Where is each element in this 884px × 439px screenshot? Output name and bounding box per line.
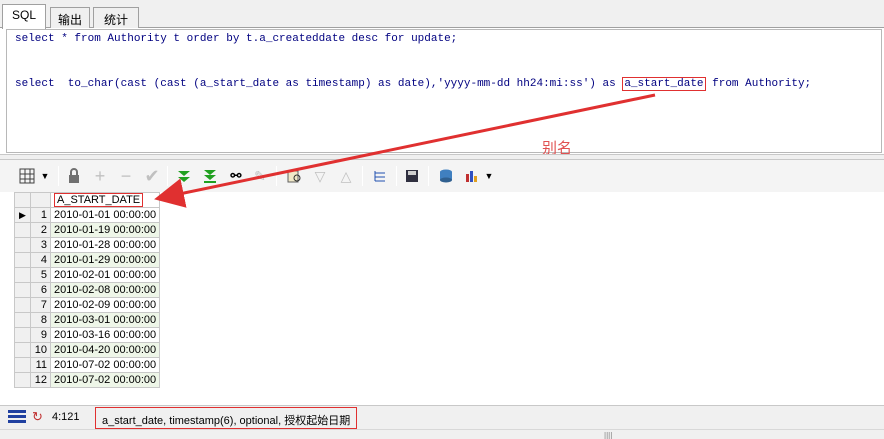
previous-icon[interactable]: ▽ xyxy=(310,166,330,186)
header-rownum xyxy=(30,192,51,208)
row-number: 10 xyxy=(30,342,51,358)
table-row[interactable]: 3 2010-01-28 00:00:00 xyxy=(14,237,161,253)
toolbar-separator xyxy=(276,166,277,186)
row-indicator xyxy=(14,357,31,373)
row-indicator xyxy=(14,372,31,388)
column-description: a_start_date, timestamp(6), optional, 授权… xyxy=(95,407,358,429)
add-record-icon[interactable]: + xyxy=(90,166,110,186)
next-icon[interactable]: △ xyxy=(336,166,356,186)
delete-record-icon[interactable]: − xyxy=(116,166,136,186)
toolbar-separator xyxy=(167,166,168,186)
chart-icon[interactable] xyxy=(462,166,482,186)
table-row[interactable]: 2 2010-01-19 00:00:00 xyxy=(14,222,161,238)
clear-icon[interactable]: ✎ xyxy=(250,166,270,186)
row-indicator xyxy=(14,312,31,328)
row-number: 2 xyxy=(30,222,51,238)
row-number: 8 xyxy=(30,312,51,328)
cell-a-start-date[interactable]: 2010-04-20 00:00:00 xyxy=(49,342,161,358)
table-row[interactable]: 8 2010-03-01 00:00:00 xyxy=(14,312,161,328)
refresh-icon[interactable]: ↻ xyxy=(32,409,43,425)
table-row[interactable]: 4 2010-01-29 00:00:00 xyxy=(14,252,161,268)
row-indicator xyxy=(14,297,31,313)
tab-statistics[interactable]: 统计表 xyxy=(93,7,139,44)
save-icon[interactable] xyxy=(402,166,422,186)
toolbar-separator xyxy=(428,166,429,186)
header-corner xyxy=(14,192,31,208)
table-row[interactable]: 5 2010-02-01 00:00:00 xyxy=(14,267,161,283)
bottom-strip: |||| xyxy=(0,429,884,439)
chevron-down-icon[interactable]: ▼ xyxy=(482,166,496,186)
column-header-a-start-date[interactable]: A_START_DATE xyxy=(49,192,161,208)
table-row[interactable]: 6 2010-02-08 00:00:00 xyxy=(14,282,161,298)
toolbar-separator xyxy=(362,166,363,186)
row-number: 11 xyxy=(30,357,51,373)
row-number: 5 xyxy=(30,267,51,283)
row-indicator xyxy=(14,267,31,283)
row-indicator xyxy=(14,342,31,358)
toolbar-separator xyxy=(396,166,397,186)
table-row[interactable]: 10 2010-04-20 00:00:00 xyxy=(14,342,161,358)
tab-sql[interactable]: SQL xyxy=(2,4,46,29)
cell-a-start-date[interactable]: 2010-02-08 00:00:00 xyxy=(49,282,161,298)
row-number: 6 xyxy=(30,282,51,298)
cursor-position: 4:121 xyxy=(52,411,80,423)
row-indicator xyxy=(14,327,31,343)
query-by-example-icon[interactable] xyxy=(284,166,304,186)
cell-a-start-date[interactable]: 2010-01-19 00:00:00 xyxy=(49,222,161,238)
row-number: 4 xyxy=(30,252,51,268)
table-row[interactable]: ▶ 1 2010-01-01 00:00:00 xyxy=(14,207,161,223)
resize-grip-icon[interactable]: |||| xyxy=(604,431,612,439)
table-row[interactable]: 9 2010-03-16 00:00:00 xyxy=(14,327,161,343)
row-indicator xyxy=(14,222,31,238)
cell-a-start-date[interactable]: 2010-02-01 00:00:00 xyxy=(49,267,161,283)
toolbar-separator xyxy=(58,166,59,186)
tab-bar: SQL 输出 统计表 xyxy=(0,0,884,44)
sql-line-2-end: from Authority; xyxy=(705,78,812,90)
post-record-icon[interactable]: ✔ xyxy=(142,166,162,186)
row-number: 7 xyxy=(30,297,51,313)
cell-a-start-date[interactable]: 2010-01-01 00:00:00 xyxy=(49,207,161,223)
status-bar: ↻ 4:121 a_start_date, timestamp(6), opti… xyxy=(0,405,884,429)
cell-a-start-date[interactable]: 2010-07-02 00:00:00 xyxy=(49,357,161,373)
row-number: 9 xyxy=(30,327,51,343)
sql-editor[interactable]: select * from Authority t order by t.a_c… xyxy=(6,29,882,153)
cell-a-start-date[interactable]: 2010-01-28 00:00:00 xyxy=(49,237,161,253)
table-row[interactable]: 11 2010-07-02 00:00:00 xyxy=(14,357,161,373)
alias-highlight: a_start_date xyxy=(622,77,706,91)
cell-a-start-date[interactable]: 2010-03-01 00:00:00 xyxy=(49,312,161,328)
export-tree-icon[interactable] xyxy=(370,166,390,186)
row-indicator xyxy=(14,237,31,253)
cell-a-start-date[interactable]: 2010-02-09 00:00:00 xyxy=(49,297,161,313)
sql-line-2: select to_char(cast (cast (a_start_date … xyxy=(15,77,812,91)
row-indicator xyxy=(14,252,31,268)
sql-line-2-start: select to_char(cast (cast (a_start_date … xyxy=(15,78,623,90)
table-row[interactable]: 7 2010-02-09 00:00:00 xyxy=(14,297,161,313)
result-toolbar: ▼ + − ✔ ⚯ ✎ ▽ △ ▼ xyxy=(0,160,884,192)
result-grid: A_START_DATE ▶ 1 2010-01-01 00:00:00 2 2010-… xyxy=(14,192,161,388)
cell-a-start-date[interactable]: 2010-07-02 00:00:00 xyxy=(49,372,161,388)
result-table: A_START_DATE ▶ 1 2010-01-01 00:00:00 2 2010-… xyxy=(14,192,161,388)
row-number: 3 xyxy=(30,237,51,253)
database-icon[interactable] xyxy=(436,166,456,186)
row-number: 1 xyxy=(30,207,51,223)
editor-mode-icon xyxy=(8,410,28,427)
binoculars-icon[interactable]: ⚯ xyxy=(226,166,246,186)
row-indicator xyxy=(14,282,31,298)
sql-line-1: select * from Authority t order by t.a_c… xyxy=(15,33,458,45)
fetch-all-icon[interactable] xyxy=(200,166,220,186)
column-header-label: A_START_DATE xyxy=(54,193,144,207)
fetch-next-icon[interactable] xyxy=(174,166,194,186)
cell-a-start-date[interactable]: 2010-03-16 00:00:00 xyxy=(49,327,161,343)
row-indicator: ▶ xyxy=(14,207,31,223)
grid-menu-icon[interactable] xyxy=(18,166,36,186)
table-row[interactable]: 12 2010-07-02 00:00:00 xyxy=(14,372,161,388)
lock-icon[interactable] xyxy=(64,166,84,186)
header-row: A_START_DATE xyxy=(14,192,161,208)
cell-a-start-date[interactable]: 2010-01-29 00:00:00 xyxy=(49,252,161,268)
chevron-down-icon[interactable]: ▼ xyxy=(38,166,52,186)
tab-output[interactable]: 输出 xyxy=(50,7,90,28)
row-number: 12 xyxy=(30,372,51,388)
